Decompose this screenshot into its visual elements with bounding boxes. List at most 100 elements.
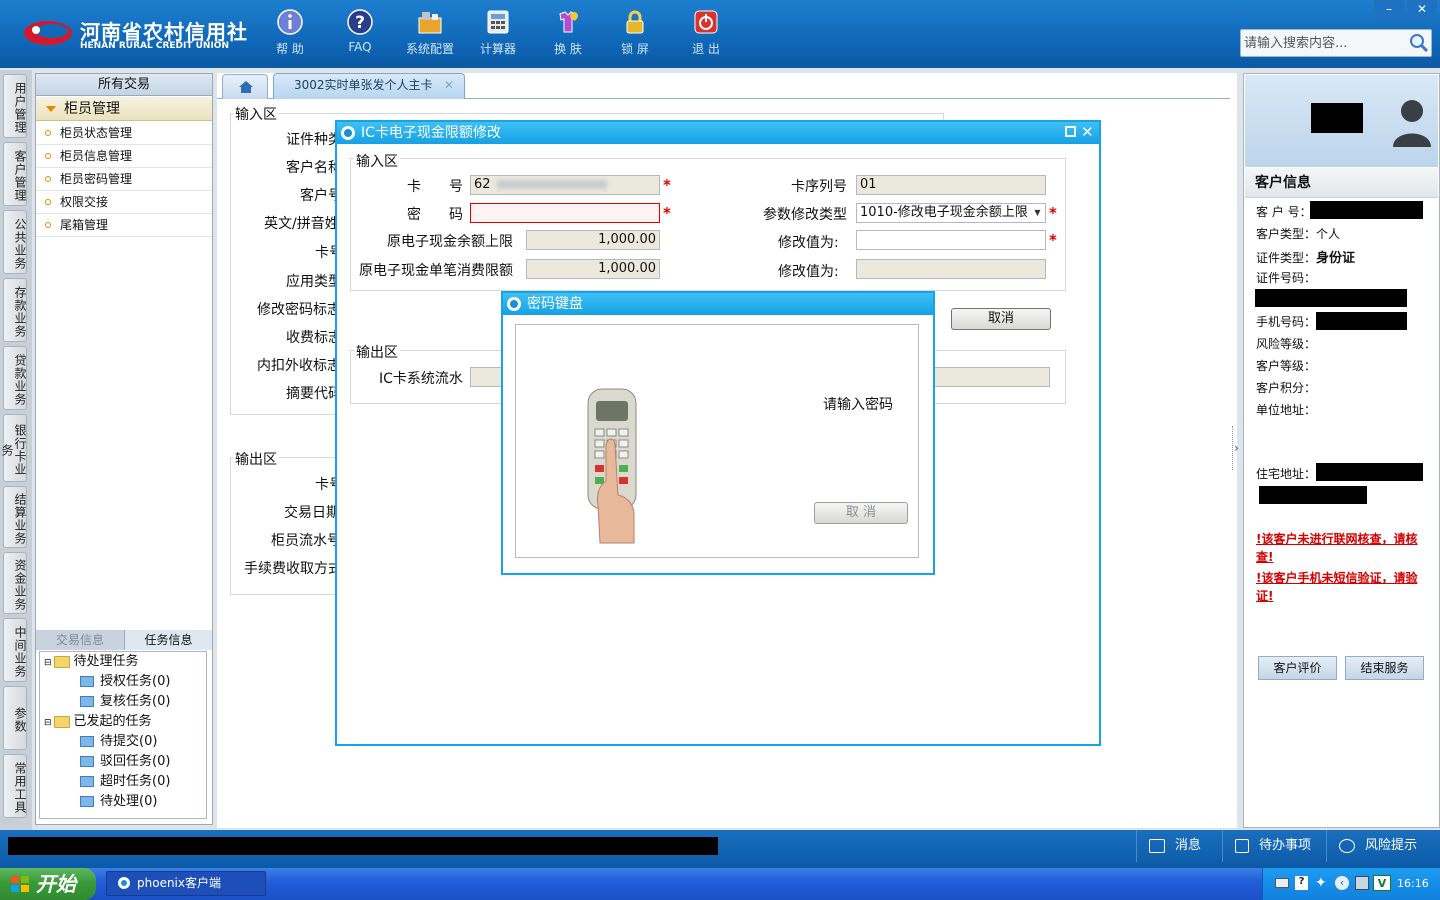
todo-label: 待办事项 — [1259, 838, 1312, 853]
modify-value-field-1[interactable] — [856, 230, 1046, 250]
system-tray: ? ✦ ‹ V 16:16 — [1262, 868, 1440, 900]
vtab-loan[interactable]: 贷款业务 — [3, 346, 27, 410]
tree-node-authorize[interactable]: 授权任务(0) — [80, 672, 170, 692]
chevron-down-icon[interactable]: ▼ — [1030, 204, 1045, 222]
tree-node-to-submit[interactable]: 待提交(0) — [80, 732, 157, 752]
chevron-left-icon[interactable]: ‹ — [1335, 876, 1349, 890]
skin-label: 换 肤 — [554, 42, 582, 56]
svg-text:?: ? — [355, 13, 365, 33]
tab-transaction-info[interactable]: 交易信息 — [36, 630, 124, 650]
keyboard-icon[interactable] — [1275, 878, 1289, 888]
keypad-title: 密码键盘 — [527, 296, 583, 312]
redacted-block — [1311, 103, 1363, 133]
menu-group-label: 柜员管理 — [64, 101, 120, 117]
task-icon — [80, 736, 94, 747]
all-transactions-title[interactable]: 所有交易 — [36, 74, 212, 96]
vc-icon[interactable]: V — [1373, 875, 1391, 891]
tab-task-info[interactable]: 任务信息 — [124, 630, 212, 650]
lock-button[interactable]: 锁 屏 — [605, 8, 665, 60]
vtab-settlement[interactable]: 结算业务 — [3, 486, 27, 548]
label-password: 密 码 — [407, 207, 463, 223]
help-button[interactable]: 帮 助 — [260, 8, 320, 60]
exit-label: 退 出 — [692, 42, 720, 56]
menu-item-handover[interactable]: 权限交接 — [36, 191, 212, 214]
close-dialog-icon[interactable]: ✕ — [1081, 121, 1094, 143]
calculator-icon — [487, 10, 509, 34]
rate-customer-button[interactable]: 客户评价 — [1258, 656, 1337, 680]
vtab-bank-card[interactable]: 银行卡业务 — [0, 414, 27, 482]
tree-node-to-process[interactable]: 待处理(0) — [80, 792, 157, 812]
app-header: 河南省农村信用社 HENAN RURAL CREDIT UNION 帮 助 ? … — [0, 0, 1440, 68]
taskbar-item-phoenix[interactable]: phoenix客户端 — [106, 871, 266, 896]
minimize-button[interactable]: – — [1374, 0, 1404, 18]
search-input[interactable] — [1244, 33, 1404, 53]
vtab-user-management[interactable]: 用户管理 — [3, 74, 27, 138]
vtab-customer-management[interactable]: 客户管理 — [3, 142, 27, 206]
exit-button[interactable]: 退 出 — [676, 8, 736, 60]
tree-node-rejected[interactable]: 驳回任务(0) — [80, 752, 170, 772]
todo-button[interactable]: 待办事项 — [1222, 830, 1324, 862]
vertical-module-tabs: 用户管理 客户管理 公共业务 存款业务 贷款业务 银行卡业务 结算业务 资金业务… — [0, 70, 32, 830]
end-service-button[interactable]: 结束服务 — [1345, 656, 1424, 680]
task-tree: ⊟ 待处理任务 授权任务(0) 复核任务(0) ⊟ 已发起的任务 待提交(0) 驳回… — [39, 651, 207, 819]
windows-logo-icon — [11, 876, 29, 892]
warning-network-check[interactable]: !该客户未进行联网核查，请核查! — [1256, 530, 1434, 566]
menu-item-teller-password[interactable]: 柜员密码管理 — [36, 168, 212, 191]
vtab-params[interactable]: 参数 — [3, 686, 27, 750]
bullet-icon — [45, 222, 51, 228]
password-field[interactable] — [470, 203, 660, 223]
orig-balance-limit-field: 1,000.00 — [526, 230, 660, 250]
tree-node-initiated[interactable]: ⊟ 已发起的任务 — [44, 712, 152, 732]
faq-button[interactable]: ? FAQ — [330, 8, 390, 60]
menu-item-teller-info[interactable]: 柜员信息管理 — [36, 145, 212, 168]
config-button[interactable]: 系统配置 — [400, 8, 460, 60]
help-tray-icon[interactable]: ? — [1295, 876, 1308, 890]
messages-button[interactable]: 消息 — [1136, 830, 1228, 862]
vtab-public-business[interactable]: 公共业务 — [3, 210, 27, 274]
keypad-content: 请输入密码 取 消 — [515, 324, 919, 558]
question-icon: ? — [347, 9, 373, 35]
pin-pad-image — [587, 388, 637, 544]
tree-node-review[interactable]: 复核任务(0) — [80, 692, 170, 712]
close-window-button[interactable]: ✕ — [1407, 0, 1437, 18]
calculator-button[interactable]: 计算器 — [468, 8, 528, 60]
network-icon[interactable] — [1355, 876, 1369, 890]
risk-label: 风险提示 — [1365, 838, 1418, 853]
vtab-tools[interactable]: 常用工具 — [3, 754, 27, 818]
param-type-value: 1010-修改电子现金余额上限 — [860, 205, 1028, 220]
tree-node-timeout[interactable]: 超时任务(0) — [80, 772, 170, 792]
maximize-icon[interactable] — [1065, 126, 1076, 137]
tab-active-transaction[interactable]: 3002实时单张发个人主卡 ✕ — [273, 73, 465, 99]
app-icon — [507, 297, 521, 311]
start-button[interactable]: 开始 — [0, 868, 96, 900]
modify-value-field-2 — [856, 259, 1046, 279]
menu-item-label: 柜员信息管理 — [60, 149, 133, 163]
search-icon[interactable] — [1409, 33, 1429, 53]
lightbulb-icon[interactable]: ✦ — [1315, 875, 1327, 891]
bg-label-cust-name: 客户名称 — [286, 160, 342, 176]
label-card-no: 卡 号 — [407, 179, 463, 195]
menu-item-cashbox[interactable]: 尾箱管理 — [36, 214, 212, 237]
close-tab-icon[interactable]: ✕ — [444, 74, 454, 96]
label-cust-type: 客户类型：个人 — [1256, 225, 1340, 242]
vtab-intermediary[interactable]: 中间业务 — [3, 618, 27, 682]
vtab-funds[interactable]: 资金业务 — [3, 552, 27, 614]
menu-group-teller[interactable]: 柜员管理 — [36, 97, 212, 121]
skin-button[interactable]: 换 肤 — [538, 8, 598, 60]
risk-tips-button[interactable]: 风险提示 — [1326, 830, 1440, 862]
vtab-deposit[interactable]: 存款业务 — [3, 278, 27, 342]
card-no-field[interactable]: 62 — [470, 175, 660, 195]
checkbox-icon — [1235, 838, 1249, 853]
bg-label-en-name: 英文/拼音姓 — [264, 216, 339, 232]
menu-item-teller-status[interactable]: 柜员状态管理 — [36, 122, 212, 145]
keypad-cancel-button[interactable]: 取 消 — [814, 502, 908, 524]
tab-home[interactable] — [222, 74, 268, 99]
param-type-select[interactable]: 1010-修改电子现金余额上限 ▼ — [856, 203, 1046, 223]
label-modify-value-2: 修改值为: — [778, 264, 839, 280]
collapse-right-panel-icon[interactable]: › — [1232, 426, 1240, 470]
warning-sms-verify[interactable]: !该客户手机未短信验证，请验证! — [1256, 569, 1434, 605]
customer-photo-area — [1245, 75, 1438, 167]
tree-node-pending[interactable]: ⊟ 待处理任务 — [44, 652, 139, 672]
expand-arrow-icon — [46, 106, 56, 112]
cancel-button[interactable]: 取消 — [951, 308, 1051, 330]
